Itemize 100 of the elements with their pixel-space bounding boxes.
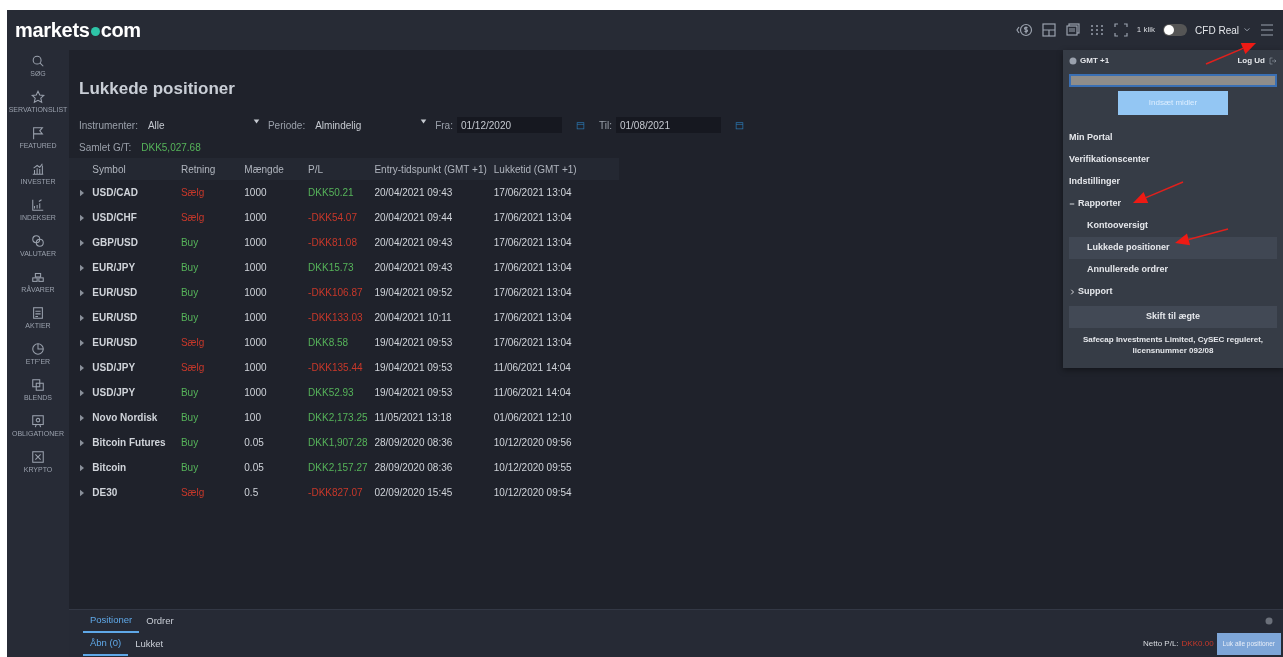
pl-cell: -DKK81.08 <box>308 237 357 248</box>
filter-label: Instrumenter: <box>79 118 138 133</box>
time-cell: 17/06/2021 13:04 <box>493 312 572 323</box>
column-header: P/L <box>308 163 324 175</box>
submenu-item[interactable]: Kontooversigt <box>1069 215 1277 237</box>
direction-cell: Sælg <box>180 362 205 373</box>
symbol-cell: USD/CHF <box>92 212 137 223</box>
layout-icon[interactable] <box>1040 22 1057 38</box>
annotation-arrow <box>1175 228 1229 246</box>
calendar-icon[interactable] <box>734 120 744 130</box>
direction-cell: Buy <box>180 237 199 248</box>
expand-icon[interactable] <box>79 289 85 298</box>
time-cell: 10/12/2020 09:54 <box>493 487 572 498</box>
account-field[interactable] <box>1069 74 1277 87</box>
direction-cell: Buy <box>180 387 199 398</box>
expand-icon[interactable] <box>79 364 85 373</box>
total-value: DKK5,027.68 <box>141 140 201 155</box>
document-icon <box>31 306 45 320</box>
menu-item[interactable]: Min Portal <box>1069 127 1277 149</box>
amount-cell: 1000 <box>244 287 267 298</box>
chart-icon <box>31 198 45 212</box>
symbol-cell: Bitcoin Futures <box>92 437 166 448</box>
menu-item[interactable]: Rapporter <box>1069 193 1277 215</box>
panel-tab[interactable]: Ordrer <box>139 609 181 633</box>
direction-cell: Sælg <box>180 487 205 498</box>
symbol-cell: EUR/USD <box>92 312 138 323</box>
expand-icon[interactable] <box>79 314 85 323</box>
expand-icon[interactable] <box>79 339 85 348</box>
symbol-cell: EUR/JPY <box>92 262 136 273</box>
column-header: Mængde <box>244 163 284 175</box>
search-icon <box>31 54 45 68</box>
expand-icon[interactable] <box>79 464 85 473</box>
star-icon <box>31 90 45 104</box>
expand-icon[interactable] <box>79 439 85 448</box>
panel-tab[interactable]: Positioner <box>83 608 140 634</box>
timezone-label: GMT +1 <box>1080 55 1110 67</box>
symbol-cell: USD/CAD <box>92 187 138 198</box>
caret-icon <box>1243 26 1251 34</box>
time-cell: 17/06/2021 13:04 <box>493 262 572 273</box>
time-cell: 11/05/2021 13:18 <box>374 412 452 423</box>
direction-cell: Sælg <box>180 337 205 348</box>
annotation-arrow <box>1133 181 1184 204</box>
pl-cell: -DKK133.03 <box>308 312 363 323</box>
coins-icon <box>31 234 45 248</box>
amount-cell: 1000 <box>244 237 267 248</box>
column-header: Lukketid (GMT +1) <box>493 163 577 175</box>
chart-icon <box>31 162 45 176</box>
expand-icon[interactable] <box>79 414 85 423</box>
menu-icon[interactable] <box>1259 22 1275 38</box>
amount-cell: 1000 <box>244 387 267 398</box>
column-header: Entry-tidspunkt (GMT +1) <box>374 163 487 175</box>
direction-cell: Buy <box>180 412 199 423</box>
direction-cell: Buy <box>180 462 199 473</box>
switch-button[interactable]: Skift til ægte <box>1069 306 1277 328</box>
time-cell: 17/06/2021 13:04 <box>493 212 572 223</box>
expand-icon[interactable] <box>79 239 85 248</box>
fullscreen-icon[interactable] <box>1112 22 1129 38</box>
direction-cell: Buy <box>180 312 199 323</box>
menu-item[interactable]: Indstillinger <box>1069 171 1277 193</box>
pie-icon <box>31 342 45 356</box>
account-selector[interactable]: CFD Real <box>1195 22 1251 38</box>
expand-icon[interactable] <box>79 189 85 198</box>
period-select[interactable]: Almindelig <box>315 117 428 133</box>
pl-cell: -DKK135.44 <box>308 362 363 373</box>
date-field[interactable]: 01/12/2020 <box>456 117 562 133</box>
symbol-cell: Novo Nordisk <box>92 412 158 423</box>
expand-icon[interactable] <box>79 214 85 223</box>
menu-item[interactable]: Support <box>1069 281 1277 303</box>
amount-cell: 0.05 <box>244 437 264 448</box>
pl-cell: DKK50.21 <box>308 187 354 198</box>
time-cell: 10/12/2020 09:55 <box>493 462 572 473</box>
pl-cell: -DKK827.07 <box>308 487 363 498</box>
pl-cell: DKK52.93 <box>308 387 354 398</box>
amount-cell: 0.05 <box>244 462 264 473</box>
flag-icon <box>31 126 45 140</box>
date-field[interactable]: 01/08/2021 <box>615 117 721 133</box>
logo[interactable]: markets com <box>15 15 141 45</box>
time-cell: 19/04/2021 09:53 <box>374 362 453 373</box>
expand-icon[interactable] <box>79 389 85 398</box>
panel-subtab[interactable]: Lukket <box>128 632 171 656</box>
pl-cell: -DKK106.87 <box>308 287 363 298</box>
expand-icon[interactable] <box>79 264 85 273</box>
instrument-select[interactable]: Alle <box>147 117 260 133</box>
menu-item[interactable]: Verifikationscenter <box>1069 149 1277 171</box>
expand-icon[interactable] <box>79 489 85 498</box>
chat-icon[interactable] <box>1064 22 1081 38</box>
logout-link[interactable]: Log Ud <box>1237 55 1277 67</box>
currency-icon[interactable] <box>1014 22 1033 38</box>
submenu-item[interactable]: Annullerede ordrer <box>1069 259 1277 281</box>
one-click-label: 1 klik <box>1136 24 1156 36</box>
time-cell: 17/06/2021 13:04 <box>493 287 572 298</box>
submenu-item[interactable]: Lukkede positioner <box>1069 237 1277 259</box>
panel-subtab[interactable]: Åbn (0) <box>83 631 129 657</box>
dot-icon[interactable] <box>1265 617 1273 625</box>
symbol-cell: DE30 <box>92 487 118 498</box>
amount-cell: 1000 <box>244 262 267 273</box>
symbol-cell: EUR/USD <box>92 287 138 298</box>
calendar-icon[interactable] <box>575 120 585 130</box>
direction-cell: Buy <box>180 287 199 298</box>
one-click-toggle[interactable] <box>1163 24 1188 36</box>
